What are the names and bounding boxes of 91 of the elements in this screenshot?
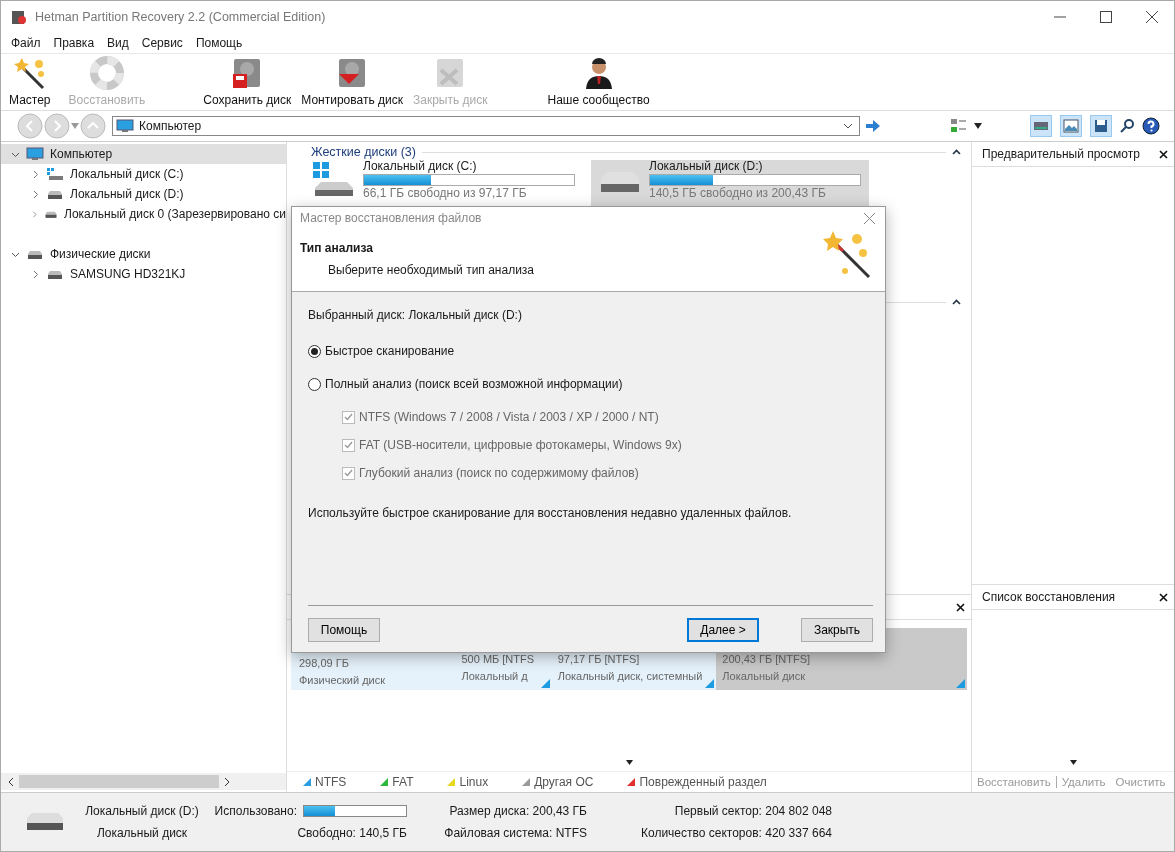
disk-size: 298,09 ГБ: [299, 657, 350, 669]
tree-item[interactable]: Локальный диск (C:): [1, 164, 286, 184]
tree-item[interactable]: Компьютер: [1, 144, 286, 164]
scroll-right-icon[interactable]: [223, 776, 231, 787]
partition-label: Локальный диск, системный: [557, 670, 704, 682]
view-toggle-button[interactable]: [1030, 115, 1052, 137]
panel-title: Предварительный просмотр: [982, 147, 1140, 161]
first-sector-text: Первый сектор: 204 802 048: [674, 804, 832, 818]
step-subtitle: Выберите необходимый тип анализа: [327, 263, 534, 277]
partition-label: Локальный д: [461, 670, 529, 682]
floppy-icon: [1094, 119, 1108, 133]
partition-size: 200,43 ГБ [NTFS]: [722, 653, 812, 665]
disk-size-text: Размер диска: 200,43 ГБ: [449, 804, 587, 818]
partition-size: 500 МБ [NTFS: [461, 653, 536, 665]
dropdown-arrow-icon[interactable]: [974, 123, 982, 129]
windows-drive-icon: [46, 167, 64, 181]
magic-wand-icon: [12, 56, 47, 90]
partition-size: 97,17 ГБ [NTFS]: [557, 653, 641, 665]
disk-type: Физический диск: [299, 674, 387, 686]
menu-item[interactable]: Сервис: [141, 36, 183, 50]
app-logo-icon: [11, 9, 27, 25]
free-space-text: 140,5 ГБ свободно из 200,43 ГБ: [649, 187, 827, 200]
sector-count-text: Количество секторов: 420 337 664: [641, 826, 832, 840]
free-space-text: Свободно: 140,5 ГБ: [297, 826, 407, 840]
disk-name: Локальный диск (D:): [649, 160, 764, 173]
horizontal-scrollbar[interactable]: [1, 773, 286, 790]
collapse-caret-icon[interactable]: [952, 299, 961, 305]
partition-cell[interactable]: 500 МБ [NTFS Локальный д: [455, 628, 552, 690]
dialog-button[interactable]: Помощь: [308, 618, 380, 642]
dropdown-arrow-icon[interactable]: [1069, 760, 1077, 765]
disk-name: Локальный диск (C:): [363, 160, 478, 173]
address-field[interactable]: Компьютер: [112, 116, 860, 136]
panel-title: Список восстановления: [982, 590, 1116, 604]
dialog-title: Мастер восстановления файлов: [300, 211, 482, 225]
ntfs-corner-icon: [540, 679, 550, 688]
scroll-left-icon[interactable]: [7, 776, 15, 787]
dialog-button[interactable]: Закрыть: [801, 618, 873, 642]
window-title: Hetman Partition Recovery 2.2 (Commercial Edition): [35, 10, 326, 24]
close-icon[interactable]: [1159, 592, 1168, 602]
legend-label: FAT: [392, 775, 414, 789]
maximize-icon[interactable]: [1100, 11, 1112, 23]
help-icon[interactable]: [1142, 117, 1160, 135]
view-toggle-button[interactable]: [1090, 115, 1112, 137]
close-icon[interactable]: [1159, 149, 1168, 159]
monitor-icon: [116, 119, 134, 133]
dropdown-arrow-icon[interactable]: [625, 760, 633, 765]
hint-text: Используйте быстрое сканирование для восстановления недавно удаленных файлов.: [308, 506, 793, 520]
partition-label: Локальный диск: [722, 670, 806, 682]
magic-wand-icon: [823, 229, 873, 279]
legend-label: NTFS: [315, 775, 347, 789]
tree-item[interactable]: Локальный диск 0 (Зарезервировано си: [1, 204, 286, 224]
legend-label: Другая ОС: [534, 775, 594, 789]
menu-item[interactable]: Правка: [53, 36, 95, 50]
disk-type: Локальный диск: [96, 826, 188, 840]
close-icon[interactable]: [1146, 11, 1158, 23]
ntfs-corner-icon: [705, 679, 715, 688]
selected-disk-text: Выбранный диск: Локальный диск (D:): [308, 308, 523, 322]
collapse-caret-icon[interactable]: [952, 149, 961, 155]
free-space-text: 66,1 ГБ свободно из 97,17 ГБ: [363, 187, 528, 200]
section-title: Жесткие диски (3): [311, 145, 416, 159]
toolbar-button[interactable]: Сохранить диск: [201, 56, 294, 107]
menu-item[interactable]: Помощь: [195, 36, 243, 50]
toolbar-button[interactable]: Монтировать диск: [299, 56, 405, 107]
tree-item[interactable]: SAMSUNG HD321KJ: [1, 264, 286, 284]
file-system-text: Файловая система: NTFS: [444, 826, 587, 840]
view-options-icon[interactable]: [950, 118, 968, 134]
radio-option[interactable]: Полный анализ (поиск всей возможной информации): [308, 375, 873, 393]
search-icon[interactable]: [1120, 119, 1134, 133]
used-label: Использовано:: [214, 804, 297, 818]
dialog-button[interactable]: Далее >: [687, 618, 759, 642]
tree-item[interactable]: Физические диски: [1, 244, 286, 264]
menu-item[interactable]: Файл: [11, 36, 41, 50]
tree-item[interactable]: Локальный диск (D:): [1, 184, 286, 204]
menu-item[interactable]: Вид: [107, 36, 129, 50]
disk-name: Локальный диск (D:): [85, 804, 199, 818]
toolbar-button[interactable]: Мастер: [7, 56, 53, 107]
step-title: Тип анализа: [300, 241, 374, 255]
view-toggle-button[interactable]: [1060, 115, 1082, 137]
lifebuoy-icon: [89, 56, 124, 90]
image-icon: [1063, 119, 1079, 133]
dropdown-chevron-icon[interactable]: [843, 123, 853, 129]
drive-icon: [1033, 120, 1049, 132]
legend-label: Linux: [459, 775, 489, 789]
legend-label: Поврежденный раздел: [639, 775, 767, 789]
monitor-icon: [26, 147, 44, 161]
ntfs-corner-icon: [956, 679, 965, 688]
expand-chevron-icon[interactable]: [31, 269, 40, 279]
go-arrow-icon[interactable]: [866, 120, 880, 132]
close-icon[interactable]: [956, 602, 965, 612]
radio-option[interactable]: Быстрое сканирование: [308, 342, 873, 360]
toolbar-button[interactable]: Наше сообщество: [545, 56, 652, 107]
